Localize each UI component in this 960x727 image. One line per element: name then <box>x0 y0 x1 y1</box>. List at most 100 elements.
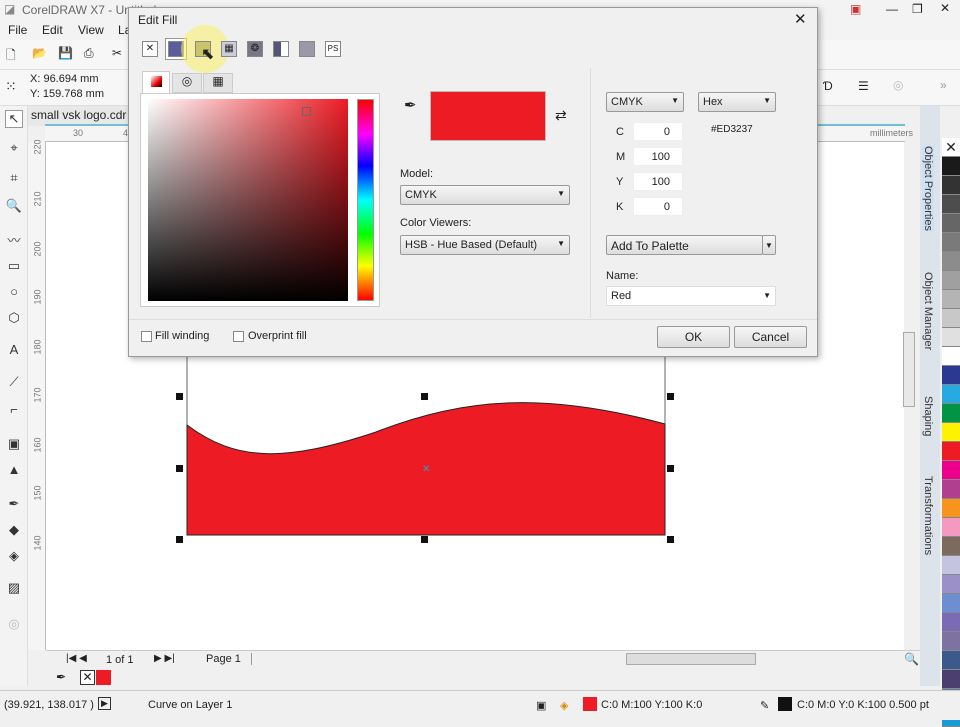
menu-file[interactable]: File <box>8 23 27 37</box>
tab-color-palettes[interactable]: ▦ <box>203 73 233 93</box>
object-origin-icon[interactable]: ⁙ <box>5 78 17 95</box>
crop-tool-icon[interactable]: ⌗ <box>5 170 23 188</box>
wrap-text-icon[interactable]: ☰ <box>858 79 869 93</box>
pick-tool-icon[interactable]: ↖ <box>5 110 23 128</box>
yellow-input[interactable]: 100 <box>633 172 683 191</box>
selection-handle[interactable] <box>667 536 674 543</box>
ellipse-tool-icon[interactable]: ○ <box>5 284 23 302</box>
ok-button[interactable]: OK <box>657 326 730 348</box>
selection-handle[interactable] <box>176 393 183 400</box>
palette-swatch[interactable] <box>942 176 960 195</box>
restore-button[interactable]: ❐ <box>912 2 923 16</box>
customize-icon[interactable]: ◎ <box>5 616 23 634</box>
selection-handle[interactable] <box>176 465 183 472</box>
postscript-fill-icon[interactable]: PS <box>325 41 341 57</box>
page-tab[interactable]: Page 1 <box>206 653 252 665</box>
palette-swatch[interactable] <box>942 461 960 480</box>
docker-object-properties[interactable]: Object Properties <box>922 146 934 231</box>
new-icon[interactable]: 🗋 <box>6 46 16 67</box>
smart-fill-tool-icon[interactable]: ◈ <box>5 548 23 566</box>
docker-object-manager[interactable]: Object Manager <box>922 272 934 350</box>
save-icon[interactable]: 💾 <box>58 46 73 60</box>
selection-handle[interactable] <box>667 465 674 472</box>
interactive-fill-tool-icon[interactable]: ◆ <box>5 522 23 540</box>
hex-mode-select[interactable]: Hex ▼ <box>698 92 776 112</box>
shape-icon[interactable]: Ɗ <box>823 79 833 93</box>
no-color-swatch[interactable]: ✕ <box>942 138 960 157</box>
text-tool-icon[interactable]: A <box>5 342 23 360</box>
palette-swatch[interactable] <box>942 670 960 689</box>
shape-tool-icon[interactable]: ⌖ <box>5 140 23 158</box>
docker-shaping[interactable]: Shaping <box>922 396 934 436</box>
texture-fill-icon[interactable] <box>299 41 315 57</box>
color-viewers-select[interactable]: HSB - Hue Based (Default) ▼ <box>400 235 570 255</box>
palette-swatch[interactable] <box>942 518 960 537</box>
palette-swatch[interactable] <box>942 328 960 347</box>
two-color-pattern-icon[interactable] <box>273 41 289 57</box>
overprint-fill-checkbox[interactable] <box>233 331 244 342</box>
polygon-tool-icon[interactable]: ⬡ <box>5 310 23 328</box>
docker-transformations[interactable]: Transformations <box>922 476 934 555</box>
transparency-tool-icon[interactable]: ▲ <box>5 462 23 480</box>
palette-swatch[interactable] <box>942 366 960 385</box>
more-icon[interactable]: » <box>940 78 947 92</box>
palette-swatch[interactable] <box>942 233 960 252</box>
menu-view[interactable]: View <box>78 23 104 37</box>
eyedropper-tool-icon[interactable]: ✒ <box>5 496 23 514</box>
add-to-palette-button[interactable]: Add To Palette <box>606 235 763 255</box>
palette-swatch[interactable] <box>942 214 960 233</box>
options-icon[interactable]: ◎ <box>893 78 903 92</box>
palette-swatch[interactable] <box>942 480 960 499</box>
first-page-icon[interactable]: |◀ ◀ <box>66 653 87 664</box>
eyedropper-icon[interactable]: ✒ <box>404 96 417 114</box>
palette-swatch[interactable] <box>942 290 960 309</box>
zoom-tool-icon[interactable]: 🔍 <box>5 198 23 216</box>
fill-color-swatch[interactable] <box>583 697 597 711</box>
connector-tool-icon[interactable]: ⌐ <box>5 402 23 420</box>
palette-swatch[interactable] <box>942 157 960 176</box>
fill-winding-checkbox[interactable] <box>141 331 152 342</box>
palette-swatch[interactable] <box>942 651 960 670</box>
bitmap-pattern-icon[interactable]: ❂ <box>247 41 263 57</box>
swap-colors-icon[interactable]: ⇄ <box>555 107 567 124</box>
color-model-select[interactable]: CMYK ▼ <box>606 92 684 112</box>
no-color-swatch[interactable]: ✕ <box>80 670 95 685</box>
drop-shadow-tool-icon[interactable]: ▣ <box>5 436 23 454</box>
selection-handle[interactable] <box>421 393 428 400</box>
red-swatch[interactable] <box>96 670 111 685</box>
outline-color-swatch[interactable] <box>778 697 792 711</box>
add-to-palette-menu[interactable]: ▼ <box>762 235 776 255</box>
dimension-tool-icon[interactable]: ⟋ <box>5 374 23 392</box>
palette-swatch[interactable] <box>942 632 960 651</box>
palette-swatch[interactable] <box>942 309 960 328</box>
hue-slider[interactable] <box>357 99 374 301</box>
magenta-input[interactable]: 100 <box>633 147 683 166</box>
saturation-brightness-field[interactable] <box>148 99 348 301</box>
dialog-close-button[interactable]: ✕ <box>794 10 807 28</box>
color-proof-icon[interactable]: ▣ <box>536 699 546 712</box>
palette-swatch[interactable] <box>942 613 960 632</box>
palette-swatch[interactable] <box>942 499 960 518</box>
expand-icon[interactable]: ▶ <box>98 697 111 710</box>
hex-value[interactable]: #ED3237 <box>711 124 753 135</box>
last-page-icon[interactable]: ▶ ▶| <box>154 653 175 664</box>
tab-color-models[interactable] <box>142 71 170 93</box>
palette-swatch[interactable] <box>942 271 960 290</box>
palette-swatch[interactable] <box>942 442 960 461</box>
palette-swatch[interactable] <box>942 252 960 271</box>
user-icon[interactable]: ▣ <box>850 2 861 16</box>
rectangle-tool-icon[interactable]: ▭ <box>5 258 23 276</box>
cut-icon[interactable]: ✂ <box>112 46 122 60</box>
horizontal-scrollbar[interactable] <box>626 653 756 665</box>
palette-swatch[interactable] <box>942 594 960 613</box>
vector-pattern-icon[interactable]: ▦ <box>221 41 237 57</box>
eyedropper-icon[interactable]: ✒ <box>56 670 66 684</box>
palette-swatch[interactable] <box>942 423 960 442</box>
color-name-select[interactable]: Red ▼ <box>606 286 776 306</box>
zoom-icon[interactable]: 🔍 <box>904 652 919 666</box>
palette-swatch[interactable] <box>942 385 960 404</box>
palette-swatch[interactable] <box>942 404 960 423</box>
mesh-fill-tool-icon[interactable]: ▨ <box>5 580 23 598</box>
y-position[interactable]: Y: 159.768 mm <box>30 88 104 100</box>
palette-swatch[interactable] <box>942 575 960 594</box>
